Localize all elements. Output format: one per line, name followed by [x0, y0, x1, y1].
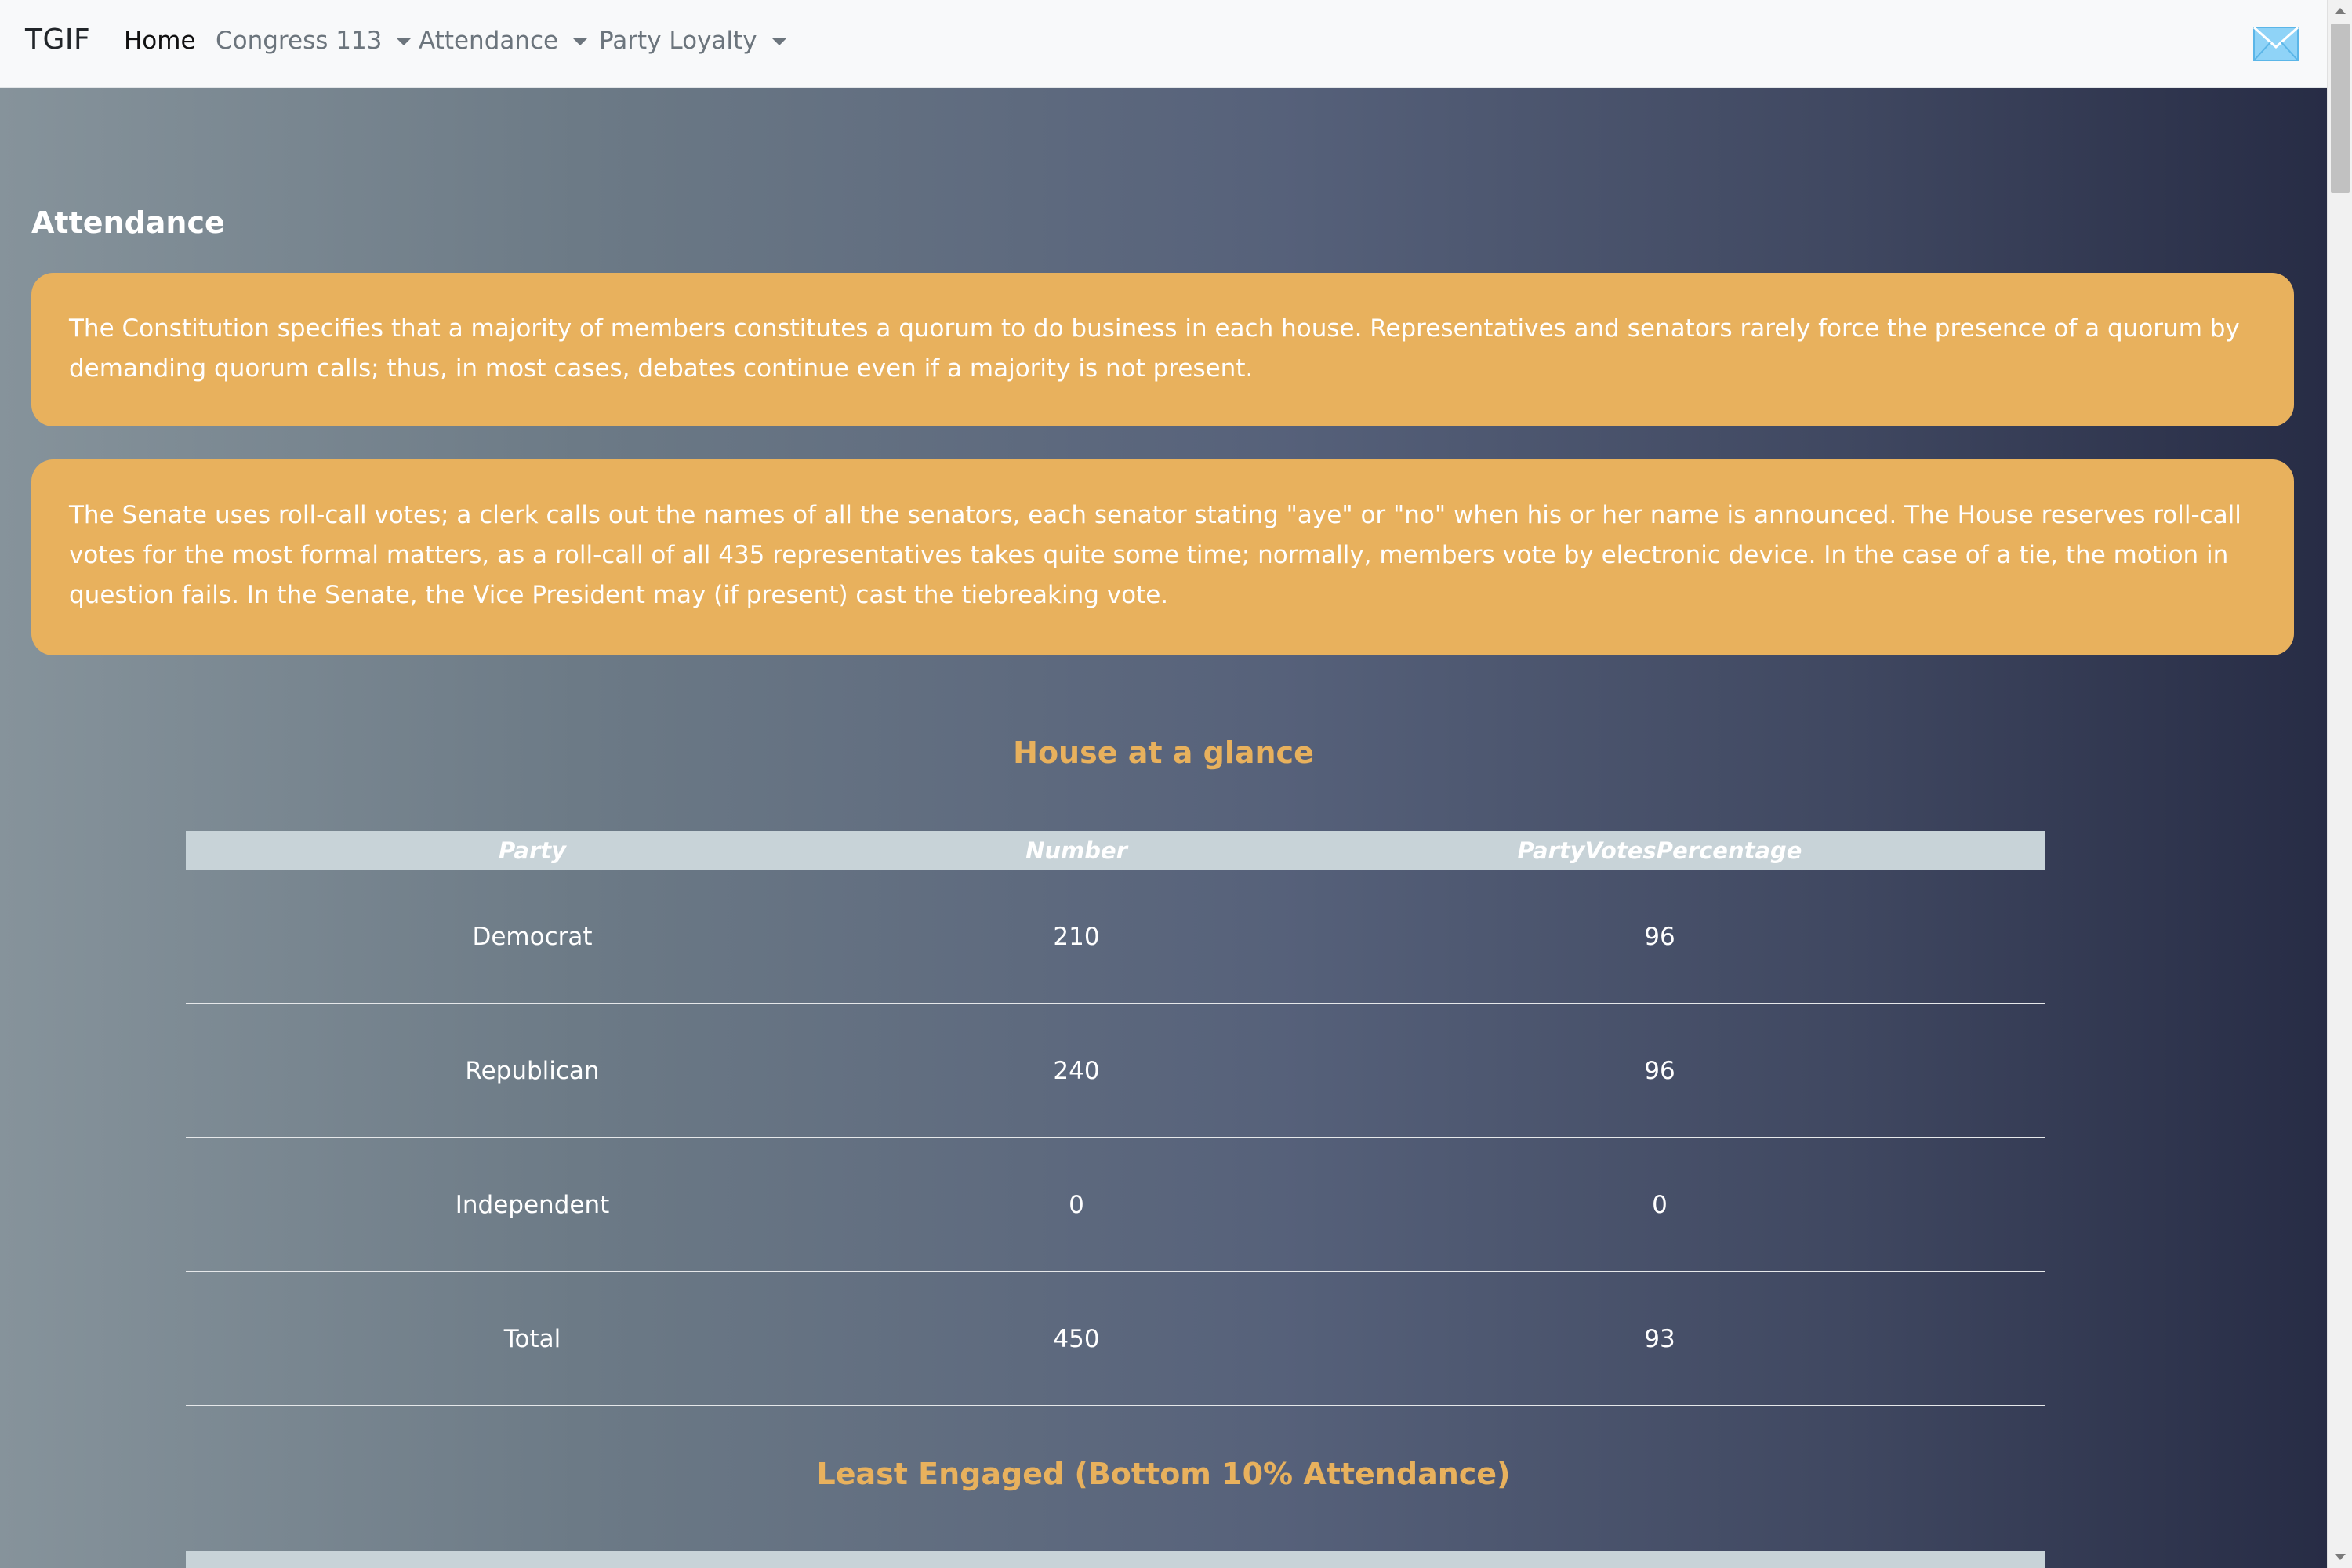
section-title-least-engaged: Least Engaged (Bottom 10% Attendance): [816, 1457, 1511, 1491]
info-box-quorum: The Constitution specifies that a majori…: [31, 273, 2294, 426]
table-cell-number: 240: [1053, 1056, 1100, 1085]
table-cell-percentage: 96: [1644, 1056, 1675, 1085]
main-content: Attendance The Constitution specifies th…: [0, 88, 2327, 1568]
table-cell-party: Republican: [465, 1056, 600, 1085]
nav-home-label: Home: [124, 27, 196, 55]
brand-logo[interactable]: TGIF: [25, 24, 90, 56]
column-header-number[interactable]: Number: [879, 837, 1274, 864]
nav-congress-113-dropdown[interactable]: Congress 113: [216, 27, 412, 55]
info-box-roll-call: The Senate uses roll-call votes; a clerk…: [31, 459, 2294, 655]
table-row: Total 450 93: [186, 1272, 2045, 1406]
vertical-scrollbar[interactable]: [2327, 0, 2352, 1568]
table-cell-party: Total: [503, 1324, 561, 1353]
nav-party-loyalty-label: Party Loyalty: [599, 27, 757, 55]
scrollbar-thumb[interactable]: [2331, 24, 2350, 193]
info-text-quorum: The Constitution specifies that a majori…: [69, 314, 2240, 383]
column-header-party[interactable]: Party: [186, 837, 879, 864]
info-text-roll-call: The Senate uses roll-call votes; a clerk…: [69, 501, 2241, 609]
house-glance-table: Party Number PartyVotesPercentage Democr…: [186, 831, 2045, 1406]
caret-down-icon: [572, 38, 589, 45]
section-title-house-glance: House at a glance: [1013, 735, 1314, 770]
table-header-row: Party Number PartyVotesPercentage: [186, 831, 2045, 870]
column-header-party-votes-percentage[interactable]: PartyVotesPercentage: [1274, 837, 2045, 864]
table-cell-party: Independent: [455, 1190, 610, 1219]
top-navbar: TGIF Home Congress 113 Attendance Party …: [0, 0, 2327, 88]
envelope-icon[interactable]: [2253, 27, 2299, 61]
scroll-down-arrow-icon[interactable]: [2335, 1554, 2346, 1560]
table-row: Republican 240 96: [186, 1004, 2045, 1138]
table-cell-percentage: 93: [1644, 1324, 1675, 1353]
table-cell-percentage: 96: [1644, 922, 1675, 951]
table-row: Independent 0 0: [186, 1138, 2045, 1272]
table-cell-number: 0: [1069, 1190, 1084, 1219]
nav-attendance-label: Attendance: [419, 27, 559, 55]
table-cell-party: Democrat: [472, 922, 593, 951]
table-cell-percentage: 0: [1652, 1190, 1668, 1219]
scroll-up-arrow-icon[interactable]: [2335, 8, 2346, 14]
nav-attendance-dropdown[interactable]: Attendance: [419, 27, 589, 55]
table-cell-number: 210: [1053, 922, 1100, 951]
nav-home[interactable]: Home: [124, 27, 196, 55]
caret-down-icon: [771, 38, 787, 45]
least-engaged-table-header: [186, 1551, 2045, 1568]
table-row: Democrat 210 96: [186, 870, 2045, 1004]
table-cell-number: 450: [1053, 1324, 1100, 1353]
nav-congress-label: Congress 113: [216, 27, 383, 55]
nav-party-loyalty-dropdown[interactable]: Party Loyalty: [599, 27, 787, 55]
page-title: Attendance: [31, 205, 225, 240]
caret-down-icon: [396, 38, 412, 45]
